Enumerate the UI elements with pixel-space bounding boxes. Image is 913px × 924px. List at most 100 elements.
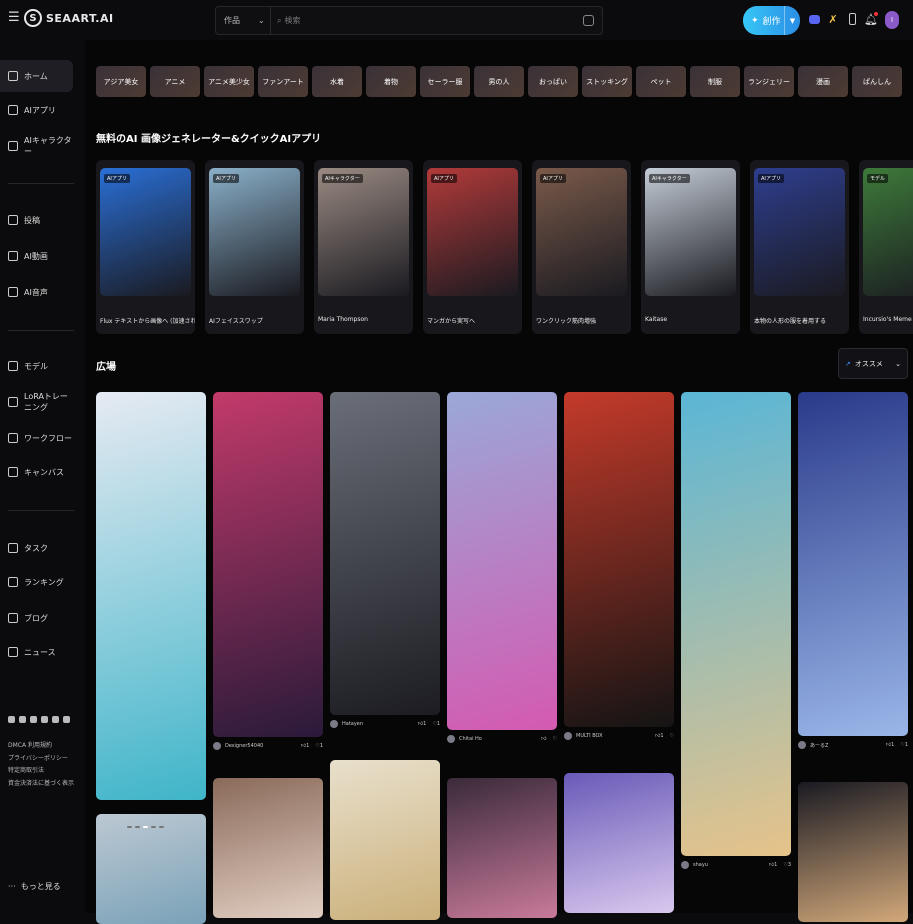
youtube-icon[interactable] xyxy=(63,716,70,723)
app-card[interactable]: AIアプリ AIフェイススワップ xyxy=(205,160,304,334)
feed-card[interactable] xyxy=(330,392,440,715)
sidebar-item-12[interactable]: ブログ xyxy=(0,602,73,634)
footer-link[interactable]: 特定商取引法 xyxy=(8,765,88,778)
sidebar-item-8[interactable]: ワークフロー xyxy=(0,422,73,454)
sidebar-item-10[interactable]: タスク xyxy=(0,532,73,564)
phone-icon[interactable] xyxy=(845,12,859,26)
feed-card[interactable] xyxy=(213,392,323,737)
user-avatar[interactable] xyxy=(447,735,455,743)
category-chip[interactable]: ぱんしん xyxy=(852,66,902,97)
sidebar-item-11[interactable]: ランキング xyxy=(0,566,73,598)
footer-link[interactable]: プライバシーポリシー xyxy=(8,753,88,766)
category-chip[interactable]: ストッキング xyxy=(582,66,632,97)
category-chip[interactable]: 漫画 xyxy=(798,66,848,97)
comment-count[interactable]: ♡1 xyxy=(432,721,440,727)
feed-card[interactable] xyxy=(447,392,557,730)
category-chip[interactable]: 水着 xyxy=(312,66,362,97)
feed-card[interactable] xyxy=(96,814,206,924)
create-button[interactable]: ✦ 創作 ▼ xyxy=(743,6,800,35)
user-avatar[interactable] xyxy=(330,720,338,728)
logo[interactable]: S SEAART.AI xyxy=(24,9,114,27)
footer-link[interactable]: DMCA 利用規約 xyxy=(8,740,88,753)
sidebar-item-5[interactable]: AI音声 xyxy=(0,276,73,308)
footer-link[interactable]: 資金決済法に基づく表示 xyxy=(8,778,88,791)
like-count[interactable]: 👍︎ xyxy=(541,736,546,742)
feed-card[interactable] xyxy=(330,760,440,920)
app-card[interactable]: AIアプリ マンガから実写へ xyxy=(423,160,522,334)
create-main[interactable]: ✦ 創作 xyxy=(743,14,784,28)
tiktok-icon[interactable] xyxy=(52,716,59,723)
sidebar-item-1[interactable]: AIアプリ xyxy=(0,94,73,126)
feed-card[interactable] xyxy=(96,392,206,800)
comment-count[interactable]: ♡1 xyxy=(315,743,323,749)
app-card[interactable]: AIキャラクター Kaitase xyxy=(641,160,740,334)
app-card[interactable]: AIアプリ 本物の人形の服を着用する xyxy=(750,160,849,334)
feed-card[interactable] xyxy=(681,392,791,856)
sidebar-item-9[interactable]: キャンバス xyxy=(0,456,73,488)
like-count[interactable]: 👍︎1 xyxy=(418,721,426,727)
menu-icon[interactable]: ☰ xyxy=(8,11,20,24)
category-chip[interactable]: ファンアート xyxy=(258,66,308,97)
feed-card[interactable] xyxy=(564,773,674,913)
app-card[interactable]: AIアプリ ワンクリック筋肉増強 xyxy=(532,160,631,334)
x-icon[interactable] xyxy=(19,716,26,723)
feed-card[interactable] xyxy=(213,778,323,918)
sidebar-item-4[interactable]: AI動画 xyxy=(0,240,73,272)
discord-icon[interactable] xyxy=(8,716,15,723)
sidebar-item-13[interactable]: ニュース xyxy=(0,636,73,668)
comment-count[interactable]: ♡ xyxy=(553,736,557,742)
search-input[interactable]: ⌕ 検索 xyxy=(271,15,602,26)
instagram-icon[interactable] xyxy=(30,716,37,723)
sidebar-item-7[interactable]: LoRAトレーニング xyxy=(0,386,73,418)
sort-select[interactable]: ↗ オススメ ⌄ xyxy=(838,348,908,379)
comment-count[interactable]: ♡1 xyxy=(900,742,908,748)
feed-card[interactable] xyxy=(798,782,908,922)
app-card[interactable]: モデル Incursio's Meme Diffusion xyxy=(859,160,913,334)
comment-count[interactable]: ♡ xyxy=(670,733,674,739)
user-avatar[interactable] xyxy=(798,741,806,749)
feed-card[interactable] xyxy=(564,392,674,727)
card-user[interactable]: shayu xyxy=(693,862,708,868)
category-chip[interactable]: おっぱい xyxy=(528,66,578,97)
card-user[interactable]: Chitai Ho xyxy=(459,736,482,742)
category-chip[interactable]: ペット xyxy=(636,66,686,97)
bell-icon[interactable]: 🔔︎ xyxy=(864,12,878,26)
carousel-dots[interactable] xyxy=(127,826,164,828)
feed-card[interactable] xyxy=(798,392,908,736)
search-category-select[interactable]: 作品 ⌄ xyxy=(216,7,271,34)
create-dropdown-icon[interactable]: ▼ xyxy=(784,6,800,35)
card-user[interactable]: MULTI BOX xyxy=(576,733,603,739)
feed-card[interactable] xyxy=(447,778,557,918)
like-count[interactable]: 👍︎1 xyxy=(301,743,309,749)
category-chip[interactable]: セーラー服 xyxy=(420,66,470,97)
sidebar-item-2[interactable]: AIキャラクター xyxy=(0,130,73,162)
category-chip[interactable]: 制服 xyxy=(690,66,740,97)
avatar[interactable]: I xyxy=(885,11,899,29)
category-chip[interactable]: アジア美女 xyxy=(96,66,146,97)
category-chip[interactable]: 男の人 xyxy=(474,66,524,97)
like-count[interactable]: 👍︎1 xyxy=(655,733,663,739)
card-user[interactable]: Designer54040 xyxy=(225,743,263,749)
discord-icon[interactable] xyxy=(807,12,821,26)
category-chip[interactable]: アニメ美少女 xyxy=(204,66,254,97)
comment-count[interactable]: ♡3 xyxy=(783,862,791,868)
sidebar-item-3[interactable]: 投稿 xyxy=(0,204,73,236)
app-card[interactable]: AIキャラクター Maria Thompson xyxy=(314,160,413,334)
card-user[interactable]: あーるZ xyxy=(810,742,828,749)
category-chip[interactable]: ランジェリー xyxy=(744,66,794,97)
crown-icon[interactable]: ✗ xyxy=(826,12,840,26)
sidebar-item-6[interactable]: モデル xyxy=(0,350,73,382)
card-user[interactable]: Hatayen xyxy=(342,721,363,727)
image-search-icon[interactable] xyxy=(583,15,594,26)
like-count[interactable]: 👍︎1 xyxy=(886,742,894,748)
sidebar-item-0[interactable]: ホーム xyxy=(0,60,73,92)
category-chip[interactable]: アニメ xyxy=(150,66,200,97)
user-avatar[interactable] xyxy=(681,861,689,869)
user-avatar[interactable] xyxy=(564,732,572,740)
category-chip[interactable]: 着物 xyxy=(366,66,416,97)
like-count[interactable]: 👍︎1 xyxy=(769,862,777,868)
facebook-icon[interactable] xyxy=(41,716,48,723)
user-avatar[interactable] xyxy=(213,742,221,750)
more-link[interactable]: ··· もっと見る xyxy=(8,881,61,892)
app-card[interactable]: AIアプリ Flux テキストから画像へ (加速された) xyxy=(96,160,195,334)
